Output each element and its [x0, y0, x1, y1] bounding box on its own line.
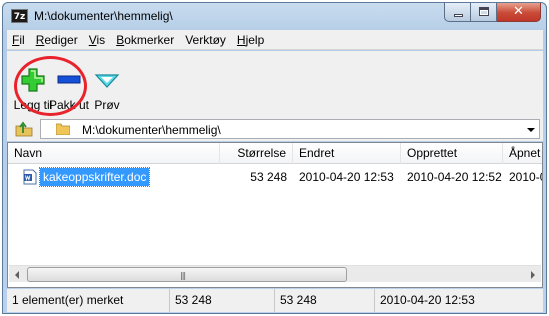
column-name[interactable]: Navn [8, 143, 220, 164]
column-accessed[interactable]: Åpnet [503, 143, 542, 164]
list-item[interactable]: kakeoppskrifter.doc 53 248 2010-04-20 12… [8, 167, 542, 187]
scroll-right-icon[interactable] [524, 266, 541, 283]
path-bar: M:\dokumenter\hemmelig\ [7, 117, 543, 141]
file-created: 2010-04-20 12:52 [407, 170, 502, 184]
file-accessed: 2010-04 [509, 170, 542, 184]
close-icon: ✕ [513, 4, 524, 19]
status-packed: 53 248 [275, 289, 375, 312]
menu-bookmarks-accel: B [116, 32, 125, 47]
menu-help-accel: H [236, 32, 246, 47]
menu-help-label: jelp [245, 32, 265, 47]
test-button[interactable]: Prøv [87, 53, 127, 113]
window-controls: ✕ [444, 3, 541, 22]
menu-tools-label: Verktøy [185, 32, 226, 47]
toolbar: Legg til Pakk ut Prøv [7, 51, 543, 117]
scroll-left-icon[interactable] [9, 266, 26, 283]
menu-file-label: il [19, 32, 25, 47]
menu-edit-label: ediger [44, 32, 78, 47]
path-text: M:\dokumenter\hemmelig\ [82, 123, 221, 137]
horizontal-scrollbar[interactable]: ||| [9, 265, 541, 282]
maximize-button[interactable] [471, 3, 497, 22]
test-label: Prøv [94, 98, 120, 112]
menu-tools[interactable]: Verktøy [180, 33, 232, 47]
window-title: M:\dokumenter\hemmelig\ [34, 9, 173, 23]
status-bar: 1 element(er) merket 53 248 53 248 2010-… [7, 289, 543, 312]
file-size: 53 248 [250, 170, 287, 184]
menu-view-accel: V [88, 32, 97, 47]
word-document-icon [23, 169, 37, 185]
maximize-icon [479, 7, 489, 16]
app-window: 7z M:\dokumenter\hemmelig\ ✕ Fil Rediger… [2, 2, 547, 314]
chevron-down-icon[interactable] [527, 128, 535, 132]
status-size: 53 248 [170, 289, 275, 312]
file-modified: 2010-04-20 12:53 [299, 170, 394, 184]
column-modified[interactable]: Endret [293, 143, 401, 164]
title-bar[interactable]: 7z M:\dokumenter\hemmelig\ ✕ [3, 3, 546, 29]
menu-file[interactable]: Fil [7, 33, 31, 47]
column-size[interactable]: Størrelse [220, 143, 293, 164]
column-created[interactable]: Opprettet [401, 143, 503, 164]
menu-view[interactable]: Vis [84, 33, 111, 47]
menu-bookmarks[interactable]: Bokmerker [111, 33, 180, 47]
menu-edit[interactable]: Rediger [31, 33, 84, 47]
status-modified: 2010-04-20 12:53 [380, 293, 475, 307]
folder-icon [56, 123, 70, 135]
status-selected: 1 element(er) merket [7, 289, 170, 312]
menu-bar: Fil Rediger Vis Bokmerker Verktøy Hjelp [7, 30, 543, 50]
path-combobox[interactable]: M:\dokumenter\hemmelig\ [40, 119, 540, 139]
scrollbar-thumb[interactable]: ||| [27, 267, 347, 282]
list-header: Navn Størrelse Endret Opprettet Åpnet [8, 143, 542, 164]
file-list: Navn Størrelse Endret Opprettet Åpnet ka… [7, 142, 543, 288]
app-icon: 7z [11, 9, 28, 23]
menu-view-label: is [96, 32, 106, 47]
menu-help[interactable]: Hjelp [232, 33, 270, 47]
minimize-icon [454, 14, 463, 17]
check-chevron-icon [94, 74, 120, 88]
menu-bookmarks-label: okmerker [124, 32, 175, 47]
minimize-button[interactable] [444, 3, 471, 22]
close-button[interactable]: ✕ [497, 3, 541, 22]
grip-icon: ||| [180, 271, 186, 280]
highlight-circle [14, 56, 87, 116]
folder-up-icon[interactable] [15, 121, 33, 137]
file-name[interactable]: kakeoppskrifter.doc [38, 167, 151, 187]
